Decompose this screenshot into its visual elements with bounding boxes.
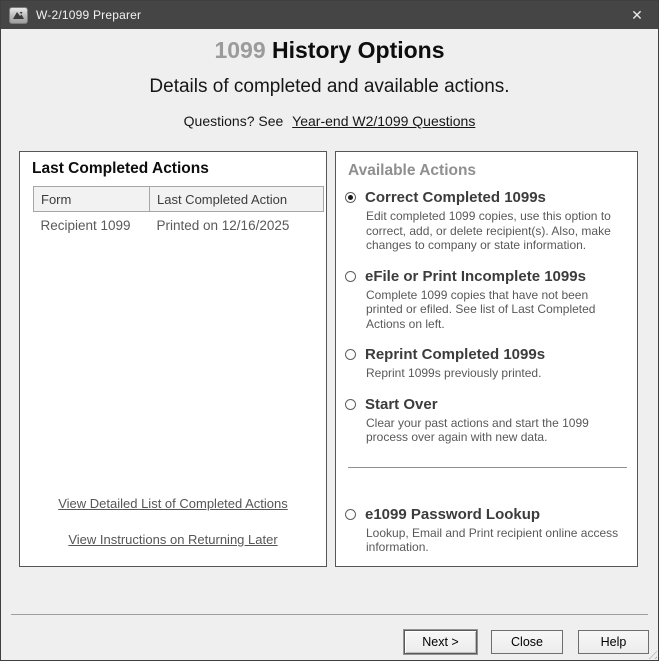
column-header-last-completed-action[interactable]: Last Completed Action <box>150 187 324 212</box>
page-title-accent: 1099 <box>214 37 265 63</box>
radio-efile-or-print-incomplete-1099s[interactable] <box>345 271 356 282</box>
option-start-over: Start Over Clear your past actions and s… <box>345 396 625 445</box>
radio-correct-completed-1099s[interactable] <box>345 192 356 203</box>
radio-e1099-password-lookup[interactable] <box>345 509 356 520</box>
questions-line: Questions? See Year-end W2/1099 Question… <box>1 113 658 129</box>
option-label: eFile or Print Incomplete 1099s <box>365 268 586 285</box>
option-e1099-password-lookup: e1099 Password Lookup Lookup, Email and … <box>345 506 625 555</box>
app-icon <box>9 7 28 24</box>
option-efile-head[interactable]: eFile or Print Incomplete 1099s <box>345 268 625 285</box>
footer-divider <box>11 614 648 615</box>
view-instructions-link[interactable]: View Instructions on Returning Later <box>20 532 326 547</box>
page-subtitle: Details of completed and available actio… <box>1 76 658 98</box>
page-title: 1099 History Options <box>1 37 658 64</box>
next-button[interactable]: Next > <box>404 630 477 654</box>
table-row[interactable]: Recipient 1099 Printed on 12/16/2025 <box>34 212 324 236</box>
table-header-row: Form Last Completed Action <box>34 187 324 212</box>
option-description: Edit completed 1099 copies, use this opt… <box>366 209 625 253</box>
radio-start-over[interactable] <box>345 399 356 410</box>
title-bar[interactable]: W-2/1099 Preparer ✕ <box>1 1 658 29</box>
column-header-form[interactable]: Form <box>34 187 150 212</box>
available-actions-panel: Available Actions Correct Completed 1099… <box>335 151 638 567</box>
option-e1099-head[interactable]: e1099 Password Lookup <box>345 506 625 523</box>
cell-form: Recipient 1099 <box>34 212 150 236</box>
option-label: Start Over <box>365 396 438 413</box>
option-label: Correct Completed 1099s <box>365 189 546 206</box>
questions-prefix: Questions? See <box>184 113 284 129</box>
option-correct-completed-1099s-head[interactable]: Correct Completed 1099s <box>345 189 625 206</box>
radio-reprint-completed-1099s[interactable] <box>345 349 356 360</box>
option-reprint-completed-1099s: Reprint Completed 1099s Reprint 1099s pr… <box>345 346 625 381</box>
page-title-main: History Options <box>272 37 445 63</box>
view-detailed-list-link[interactable]: View Detailed List of Completed Actions <box>20 496 326 511</box>
mountain-icon <box>12 10 25 20</box>
option-description: Complete 1099 copies that have not been … <box>366 288 625 332</box>
option-description: Reprint 1099s previously printed. <box>366 366 625 381</box>
option-reprint-head[interactable]: Reprint Completed 1099s <box>345 346 625 363</box>
option-label: Reprint Completed 1099s <box>365 346 545 363</box>
close-button[interactable]: Close <box>491 630 563 654</box>
close-icon[interactable]: ✕ <box>616 1 658 29</box>
option-correct-completed-1099s: Correct Completed 1099s Edit completed 1… <box>345 189 625 253</box>
options-divider <box>348 467 627 468</box>
window-title: W-2/1099 Preparer <box>36 8 141 22</box>
help-button[interactable]: Help <box>578 630 649 654</box>
last-completed-actions-panel: Last Completed Actions Form Last Complet… <box>19 151 327 567</box>
option-start-over-head[interactable]: Start Over <box>345 396 625 413</box>
w2-1099-preparer-dialog: { "window": { "title": "W-2/1099 Prepare… <box>0 0 659 661</box>
option-efile-or-print-incomplete-1099s: eFile or Print Incomplete 1099s Complete… <box>345 268 625 332</box>
last-completed-actions-heading: Last Completed Actions <box>32 160 209 178</box>
available-actions-heading: Available Actions <box>348 162 637 180</box>
questions-link[interactable]: Year-end W2/1099 Questions <box>292 113 475 129</box>
option-description: Lookup, Email and Print recipient online… <box>366 526 625 555</box>
option-description: Clear your past actions and start the 10… <box>366 416 625 445</box>
completed-actions-table: Form Last Completed Action Recipient 109… <box>33 186 324 235</box>
cell-last-completed-action: Printed on 12/16/2025 <box>150 212 324 236</box>
option-label: e1099 Password Lookup <box>365 506 540 523</box>
